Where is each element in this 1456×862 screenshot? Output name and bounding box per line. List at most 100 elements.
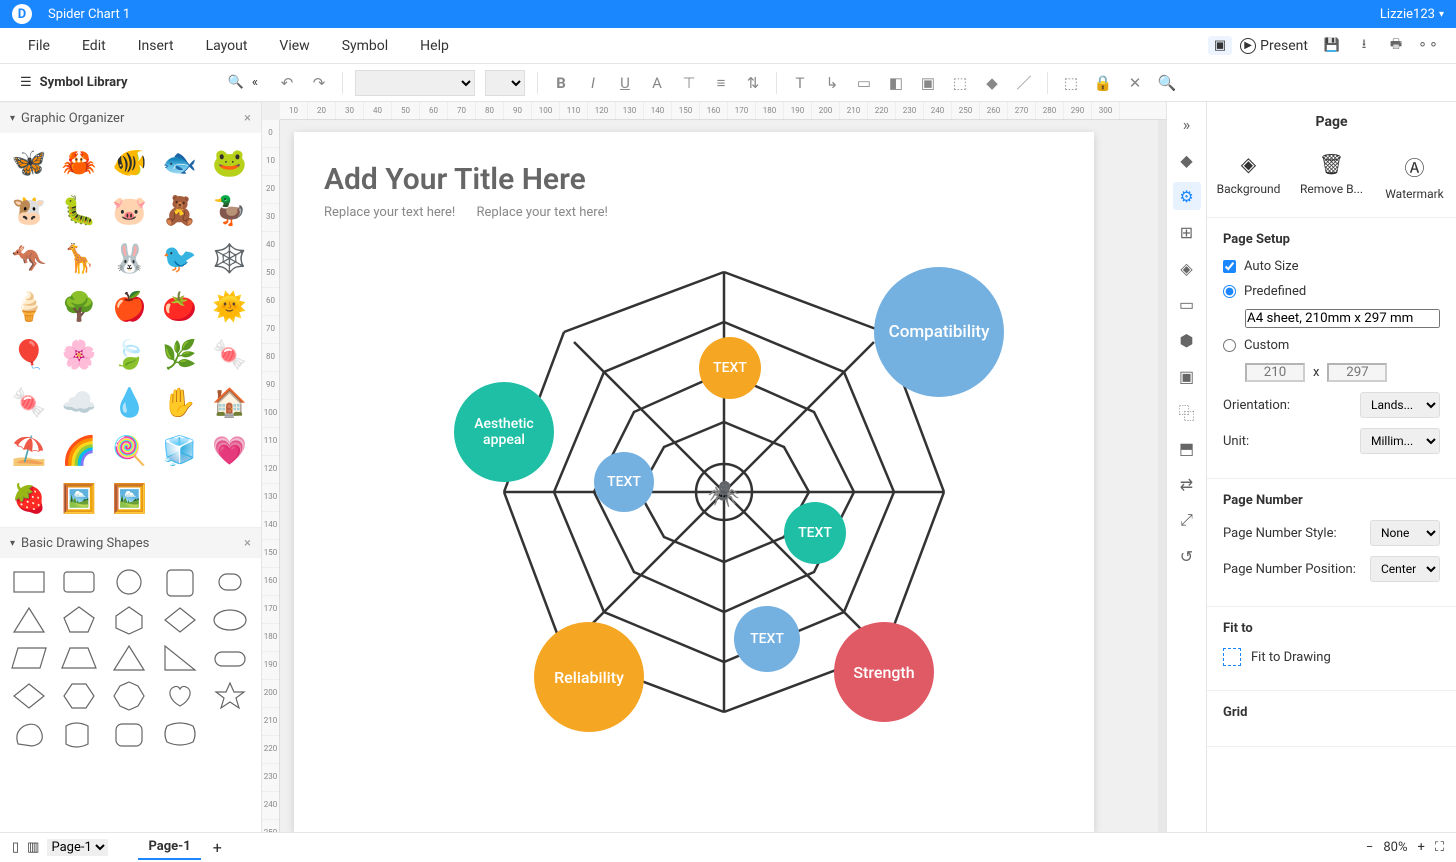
graphic-item[interactable]: 🦋 bbox=[8, 141, 50, 183]
grid-icon[interactable]: ⊞ bbox=[1173, 218, 1201, 246]
shape-item[interactable] bbox=[58, 642, 100, 674]
zoom-in-icon[interactable]: + bbox=[1418, 840, 1425, 855]
close-section-icon[interactable]: × bbox=[244, 536, 251, 551]
spider-chart[interactable]: 🕷️ Compatibility Aesthetic appeal Reliab… bbox=[474, 242, 974, 742]
graphic-item[interactable]: 🐰 bbox=[108, 237, 150, 279]
graphic-item[interactable]: 🧊 bbox=[159, 429, 201, 471]
graphic-item[interactable]: 🍅 bbox=[159, 285, 201, 327]
graphic-item[interactable]: 🕸️ bbox=[209, 237, 251, 279]
shape-item[interactable] bbox=[58, 566, 100, 598]
graphic-item[interactable]: 🍓 bbox=[8, 477, 50, 519]
shape-item[interactable] bbox=[209, 604, 251, 636]
graphic-item[interactable]: 🍦 bbox=[8, 285, 50, 327]
zoom-out-icon[interactable]: − bbox=[1366, 840, 1373, 855]
shape-item[interactable] bbox=[209, 680, 251, 712]
align-left-icon[interactable]: ◧ bbox=[881, 68, 911, 98]
graphic-item[interactable]: 🧸 bbox=[159, 189, 201, 231]
shape-item[interactable] bbox=[108, 680, 150, 712]
lock-icon[interactable]: 🔒 bbox=[1088, 68, 1118, 98]
unit-select[interactable]: Millim... bbox=[1360, 428, 1440, 454]
menu-view[interactable]: View bbox=[263, 38, 325, 54]
menu-insert[interactable]: Insert bbox=[122, 38, 190, 54]
font-size-select[interactable] bbox=[485, 70, 525, 96]
menu-symbol[interactable]: Symbol bbox=[326, 38, 404, 54]
graphic-item[interactable]: 🦒 bbox=[58, 237, 100, 279]
graphic-item[interactable]: ✋ bbox=[159, 381, 201, 423]
shape-item[interactable] bbox=[209, 642, 251, 674]
graphic-item[interactable]: 🖼️ bbox=[58, 477, 100, 519]
italic-icon[interactable]: I bbox=[578, 68, 608, 98]
shape-item[interactable] bbox=[159, 680, 201, 712]
graphic-item[interactable]: 🐸 bbox=[209, 141, 251, 183]
shape-item[interactable] bbox=[8, 642, 50, 674]
canvas-area[interactable]: 1020304050607080901001101201301401501601… bbox=[262, 102, 1166, 832]
bubble-compatibility[interactable]: Compatibility bbox=[874, 267, 1004, 397]
export-icon[interactable]: ⬒ bbox=[1173, 434, 1201, 462]
graphic-item[interactable]: 🐛 bbox=[58, 189, 100, 231]
bubble-text-1[interactable]: TEXT bbox=[699, 337, 761, 399]
text-color-icon[interactable]: A bbox=[642, 68, 672, 98]
shape-item[interactable] bbox=[209, 566, 251, 598]
theme-icon[interactable]: ◆ bbox=[1173, 146, 1201, 174]
org-icon[interactable]: ⿻ bbox=[1173, 398, 1201, 426]
graphic-item[interactable]: 🍃 bbox=[108, 333, 150, 375]
line-spacing-icon[interactable]: ⇅ bbox=[738, 68, 768, 98]
download-icon[interactable]: ⭳ bbox=[1350, 32, 1378, 60]
find-icon[interactable]: 🔍 bbox=[1152, 68, 1182, 98]
background-button[interactable]: ◈Background bbox=[1209, 152, 1289, 201]
presentation-mode-icon[interactable]: ▣ bbox=[1208, 36, 1232, 55]
align-tools-icon[interactable]: ⇄ bbox=[1173, 470, 1201, 498]
section-basic-shapes[interactable]: ▾ Basic Drawing Shapes × bbox=[0, 528, 261, 558]
shape-item[interactable] bbox=[108, 566, 150, 598]
shape-item[interactable] bbox=[108, 642, 150, 674]
graphic-item[interactable]: 🍎 bbox=[108, 285, 150, 327]
shape-item[interactable] bbox=[8, 566, 50, 598]
align-center-icon[interactable]: ▣ bbox=[913, 68, 943, 98]
shape-item[interactable] bbox=[159, 642, 201, 674]
tools-icon[interactable]: ✕ bbox=[1120, 68, 1150, 98]
menu-edit[interactable]: Edit bbox=[66, 38, 122, 54]
graphic-item[interactable]: ⛱️ bbox=[8, 429, 50, 471]
section-graphic-organizer[interactable]: ▾ Graphic Organizer × bbox=[0, 103, 261, 133]
bubble-text-3[interactable]: TEXT bbox=[784, 502, 846, 564]
subtitle-1[interactable]: Replace your text here! bbox=[324, 205, 455, 220]
graphic-item[interactable]: 🐦 bbox=[159, 237, 201, 279]
page-canvas[interactable]: Add Your Title Here Replace your text he… bbox=[294, 132, 1094, 832]
graphic-item[interactable]: 🌈 bbox=[58, 429, 100, 471]
list-icon[interactable]: ≡ bbox=[706, 68, 736, 98]
bubble-text-4[interactable]: TEXT bbox=[734, 606, 800, 672]
graphic-item[interactable]: ☁️ bbox=[58, 381, 100, 423]
bubble-strength[interactable]: Strength bbox=[834, 622, 934, 722]
text-tool-icon[interactable]: T bbox=[785, 68, 815, 98]
fit-to-drawing-button[interactable]: Fit to Drawing bbox=[1223, 648, 1440, 666]
bubble-text-2[interactable]: TEXT bbox=[594, 452, 654, 512]
graphic-item[interactable]: 🌞 bbox=[209, 285, 251, 327]
font-family-select[interactable] bbox=[355, 70, 475, 96]
watermark-button[interactable]: ⒶWatermark bbox=[1375, 152, 1455, 201]
page-tab[interactable]: Page-1 bbox=[138, 835, 200, 860]
orientation-select[interactable]: Lands... bbox=[1360, 392, 1440, 418]
graphic-item[interactable]: 🏠 bbox=[209, 381, 251, 423]
collapse-icon[interactable]: « bbox=[252, 75, 258, 90]
fill-icon[interactable]: ◆ bbox=[977, 68, 1007, 98]
group-icon[interactable]: ⬚ bbox=[945, 68, 975, 98]
page-select[interactable]: Page-1 bbox=[47, 839, 108, 856]
predefined-radio[interactable] bbox=[1223, 285, 1236, 298]
graphic-item[interactable]: 🎈 bbox=[8, 333, 50, 375]
shape-item[interactable] bbox=[58, 718, 100, 750]
graphic-item[interactable]: 🍬 bbox=[8, 381, 50, 423]
search-icon[interactable]: 🔍 bbox=[228, 75, 244, 90]
custom-radio[interactable] bbox=[1223, 339, 1236, 352]
shape-item[interactable] bbox=[58, 680, 100, 712]
single-page-icon[interactable]: ▯ bbox=[12, 840, 19, 855]
data-icon[interactable]: ⬢ bbox=[1173, 326, 1201, 354]
graphic-item[interactable]: 🌿 bbox=[159, 333, 201, 375]
shape-item[interactable] bbox=[108, 604, 150, 636]
close-section-icon[interactable]: × bbox=[244, 111, 251, 126]
text-align-icon[interactable]: ⊤ bbox=[674, 68, 704, 98]
graphic-item[interactable]: 🍭 bbox=[108, 429, 150, 471]
remove-bg-button[interactable]: 🗑Remove B... bbox=[1292, 152, 1372, 201]
graphic-item[interactable]: 💧 bbox=[108, 381, 150, 423]
history-icon[interactable]: ↺ bbox=[1173, 542, 1201, 570]
app-logo-icon[interactable]: D bbox=[12, 4, 32, 24]
